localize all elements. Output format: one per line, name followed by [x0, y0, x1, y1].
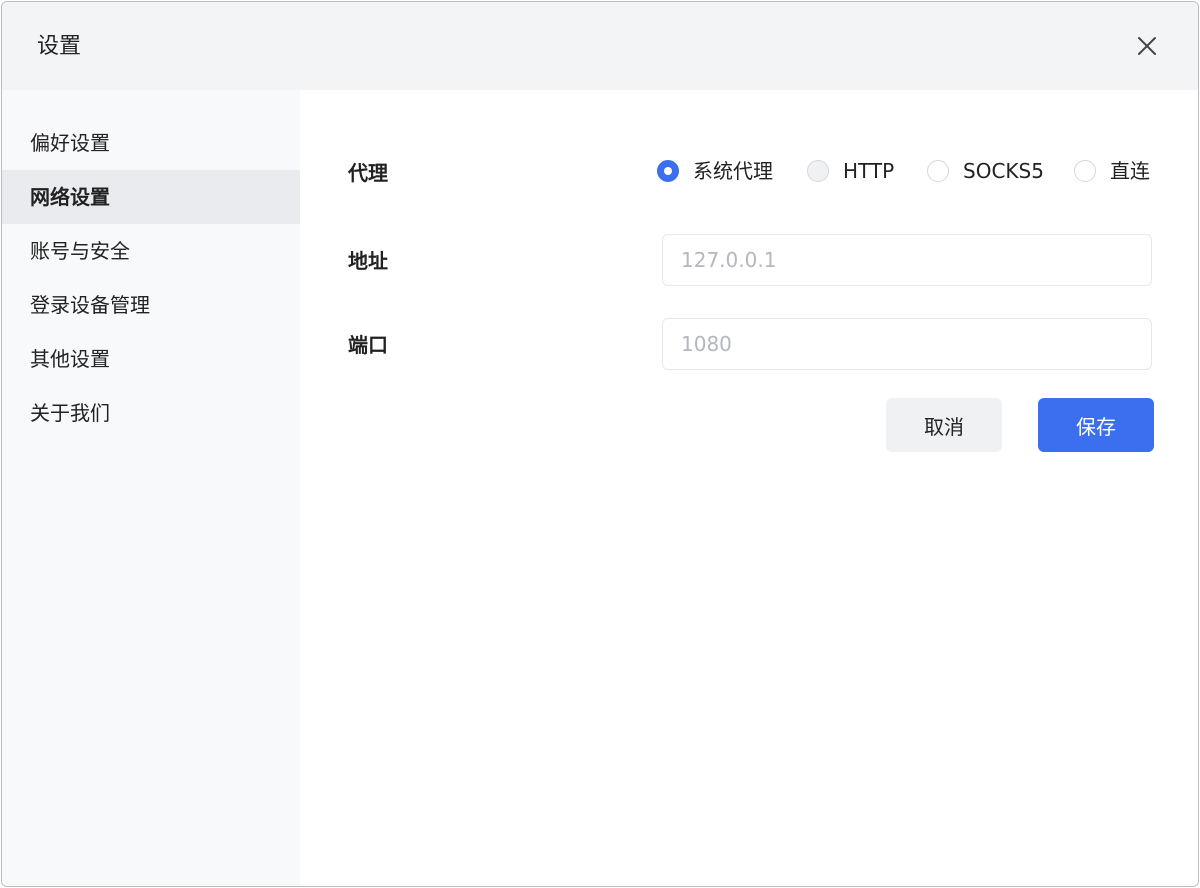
- radio-unchecked-icon: [807, 160, 829, 182]
- radio-label: HTTP: [843, 159, 895, 183]
- radio-label: 直连: [1110, 159, 1150, 183]
- dialog-title: 设置: [37, 34, 82, 59]
- sidebar-item-label: 关于我们: [30, 401, 110, 425]
- sidebar-item-device-management[interactable]: 登录设备管理: [2, 278, 300, 332]
- sidebar-item-label: 网络设置: [30, 185, 110, 209]
- sidebar-item-network[interactable]: 网络设置: [2, 170, 300, 224]
- close-button[interactable]: [1131, 30, 1163, 62]
- radio-unchecked-icon: [1074, 160, 1096, 182]
- network-settings-panel: 代理 系统代理 HTTP SOCKS5 直连 地址 端口 取消 保存: [300, 90, 1198, 886]
- port-label: 端口: [348, 333, 388, 357]
- proxy-label: 代理: [348, 161, 388, 185]
- sidebar-item-label: 偏好设置: [30, 131, 110, 155]
- save-button[interactable]: 保存: [1038, 398, 1154, 452]
- close-icon: [1138, 37, 1156, 55]
- radio-label: SOCKS5: [963, 159, 1044, 183]
- sidebar-item-label: 账号与安全: [30, 239, 130, 263]
- port-input[interactable]: [662, 318, 1152, 370]
- radio-label: 系统代理: [693, 159, 773, 183]
- radio-unchecked-icon: [927, 160, 949, 182]
- sidebar-item-label: 登录设备管理: [30, 293, 150, 317]
- title-bar: 设置: [2, 2, 1198, 90]
- settings-dialog: 设置 偏好设置 网络设置 账号与安全 登录设备管理 其他设置 关于我们 代理 系…: [1, 1, 1199, 887]
- address-input[interactable]: [662, 234, 1152, 286]
- radio-checked-icon: [657, 160, 679, 182]
- cancel-button[interactable]: 取消: [886, 398, 1002, 452]
- address-label: 地址: [348, 249, 388, 273]
- sidebar-item-other-settings[interactable]: 其他设置: [2, 332, 300, 386]
- sidebar-item-about-us[interactable]: 关于我们: [2, 386, 300, 440]
- sidebar-item-preferences[interactable]: 偏好设置: [2, 116, 300, 170]
- sidebar-item-account-security[interactable]: 账号与安全: [2, 224, 300, 278]
- sidebar: 偏好设置 网络设置 账号与安全 登录设备管理 其他设置 关于我们: [2, 90, 300, 886]
- sidebar-item-label: 其他设置: [30, 347, 110, 371]
